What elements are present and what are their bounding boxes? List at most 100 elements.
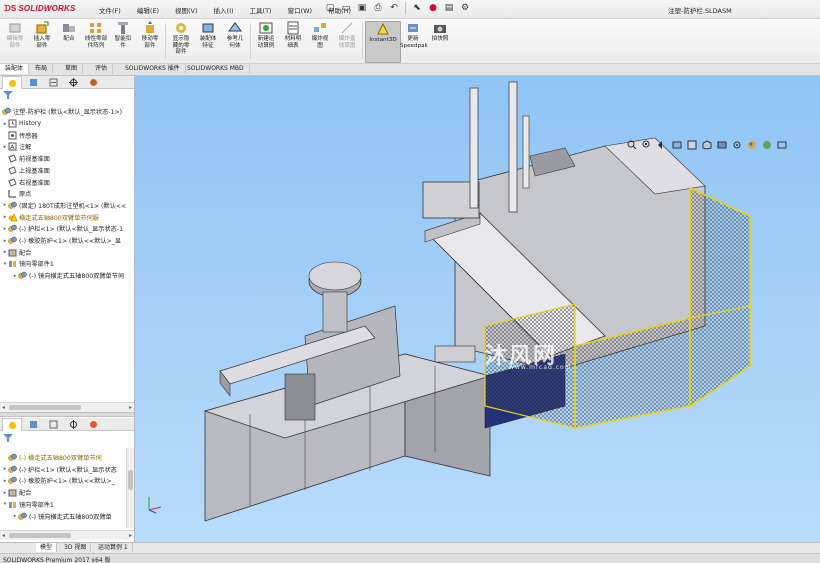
file-properties-icon[interactable]: ▤ [443,2,455,14]
graphics-viewport[interactable]: 沐风网 www.mfcad.com [135,76,820,542]
tree-item[interactable]: ▾ 镜向零部件1 [2,499,54,510]
feature-manager-tab-icon[interactable] [2,76,22,89]
menu-item[interactable]: 文件(F) [99,5,121,15]
command-tab[interactable]: 评估 [90,64,114,74]
tree-item[interactable]: ▸ 配合 [2,247,31,258]
view-orientation-icon[interactable] [702,140,712,150]
ribbon-button-linear-pattern[interactable]: 线性零部 件阵列 [83,21,109,61]
bottom-tab[interactable]: 模型 [36,543,58,552]
tree-item[interactable]: ▸ (-) 护栏<1> (默认<默认_显示状态 [2,464,117,475]
tree-item[interactable]: ▾ 镜向零部件1 [2,258,54,269]
menu-item[interactable]: 工具(T) [250,5,272,15]
command-tab[interactable]: SOLIDWORKS 插件 [120,64,186,74]
zoom-to-fit-icon[interactable] [627,140,637,150]
tree-item-label: (-) 橡胶防护<1> (默认<<默认>_显 [19,238,122,245]
filter-icon[interactable] [3,91,13,101]
ribbon-button-bom[interactable]: 材料明 细表 [280,21,306,61]
ribbon-button-explode-line[interactable]: 爆炸直 线草图 [334,21,360,61]
tree-root[interactable]: 注塑-防护栏 (默认<默认_显示状态-1>) [2,106,122,117]
ribbon-button-label: 编辑零 部件 [6,36,24,49]
tree-item[interactable]: ▸ History [2,118,41,129]
display-style-icon[interactable] [717,140,727,150]
ribbon-button-smart-fastener[interactable]: 智能扣 件 [110,21,136,61]
instant3d-icon [377,22,389,35]
ribbon-button-explode-view[interactable]: 爆炸视 图 [307,21,333,61]
menu-item[interactable]: 插入(I) [214,5,234,15]
menu-item[interactable]: 视图(V) [175,5,198,15]
solidworks-logo[interactable]: ᗪS SOLIDWORKS [4,4,76,14]
tree-horizontal-scrollbar-bottom[interactable]: ◂ ▸ [0,530,134,540]
tree-item[interactable]: 原点 [2,188,31,199]
tree-item[interactable]: ▸ (固定) 180T成形注塑机<1> (默认<< [2,200,126,211]
snapshot-icon [434,25,446,33]
tree-horizontal-scrollbar[interactable]: ◂ ▸ [0,402,134,412]
rebuild-icon[interactable]: ● [427,2,439,14]
command-tab[interactable]: 草图 [60,64,84,74]
options-gear-icon[interactable]: ⚙ [459,2,471,14]
tree-item[interactable]: ▸ (-) 镜向横走式五轴800双臂单节伺 [12,270,124,281]
menu-item[interactable]: 窗口(W) [288,5,313,15]
dimxpert-tab-icon[interactable] [64,76,82,88]
ribbon-button-instant3d[interactable]: Instant3D [365,21,401,63]
ribbon-button-mate[interactable]: 配合 [56,21,82,61]
view-settings-icon[interactable] [777,140,787,150]
configuration-manager-tab-icon[interactable] [44,76,62,88]
tree-item[interactable]: ▸ (-) 橡胶防护<1> (默认<<默认>_ [2,475,115,486]
tree-root-label: 注塑-防护栏 (默认<默认_显示状态-1>) [13,109,123,116]
edit-component-icon [9,23,21,33]
save-icon[interactable]: ▣ [356,2,368,14]
zoom-to-area-icon[interactable] [642,140,652,150]
tree-item[interactable]: (-) 横走式五轴800双臂单节伺 [2,452,102,463]
tree-item[interactable]: 右视基准面 [2,177,50,188]
undo-icon[interactable]: ↶ [388,2,400,14]
ribbon-separator [250,23,251,59]
select-icon[interactable]: ⬉ [411,2,423,14]
display-manager-tab-icon[interactable] [84,418,102,430]
tree-item[interactable]: ▸ (-) 护栏<1> (默认<默认_显示状态-1 [2,223,123,234]
tree-vertical-scrollbar[interactable] [126,448,134,528]
section-view-icon[interactable] [672,140,682,150]
ribbon-button-insert-component[interactable]: 插入零 部件 [29,21,55,61]
ribbon-button-speedpak[interactable]: 更新 Speedpak [400,21,428,61]
feature-manager-tab-icon[interactable] [2,418,22,431]
property-manager-tab-icon[interactable] [24,76,42,88]
ribbon-button-move-component[interactable]: 移动零 部件 [137,21,163,61]
filter-icon[interactable] [3,434,13,444]
command-tab[interactable]: SOLIDWORKS MBD [182,64,250,74]
ribbon-button-assembly-feature[interactable]: 装配体 特征 [195,21,221,61]
configuration-manager-tab-icon[interactable] [44,418,62,430]
tree-item-label: 前视基准面 [19,156,50,164]
dynamic-annotation-icon[interactable] [687,140,697,150]
ribbon-button-motion-study[interactable]: 新建运 动算例 [253,21,279,61]
previous-view-icon[interactable] [657,140,667,150]
tree-item[interactable]: 传感器 [2,130,38,141]
print-icon[interactable]: ⎙ [372,2,384,14]
dimxpert-tab-icon[interactable] [64,418,82,430]
hide-show-items-icon[interactable] [732,140,742,150]
tree-item[interactable]: 上视基准面 [2,165,50,176]
bottom-tab[interactable]: 运动算例 1 [94,543,133,552]
bottom-tab[interactable]: 3D 视图 [60,543,92,552]
command-tab[interactable]: 布局 [30,64,54,74]
ribbon-button-show-hidden[interactable]: 显示隐 藏的零 部件 [168,21,194,61]
tree-item[interactable]: ▸ A 注解 [2,141,31,152]
linear-pattern-icon [90,23,101,33]
tree-item[interactable]: ▸ 横走式五轴800双臂单节伺服 [2,212,99,223]
sensor-icon [8,131,17,140]
tree-item[interactable]: ▸ (-) 橡胶防护<1> (默认<<默认>_显 [2,235,121,246]
tree-item[interactable]: 前视基准面 [2,153,50,164]
command-tab[interactable]: 装配体 [0,64,30,74]
panel-splitter[interactable] [0,412,134,417]
ribbon-button-edit-component[interactable]: 编辑零 部件 [2,21,28,61]
tree-item[interactable]: ▸ 配合 [2,487,31,498]
display-manager-tab-icon[interactable] [84,76,102,88]
edit-appearance-icon[interactable] [747,140,757,150]
new-document-icon[interactable]: ▢ [324,2,336,14]
menu-item[interactable]: 编辑(E) [137,5,159,15]
apply-scene-icon[interactable] [762,140,772,150]
ribbon-button-snapshot[interactable]: 拍快照 [427,21,453,61]
tree-item[interactable]: ▸ (-) 镜向横走式五轴800双臂单 [12,511,112,522]
ribbon-button-reference-geometry[interactable]: 参考几 何体 [222,21,248,61]
property-manager-tab-icon[interactable] [24,418,42,430]
open-file-icon[interactable]: ▭ [340,2,352,14]
